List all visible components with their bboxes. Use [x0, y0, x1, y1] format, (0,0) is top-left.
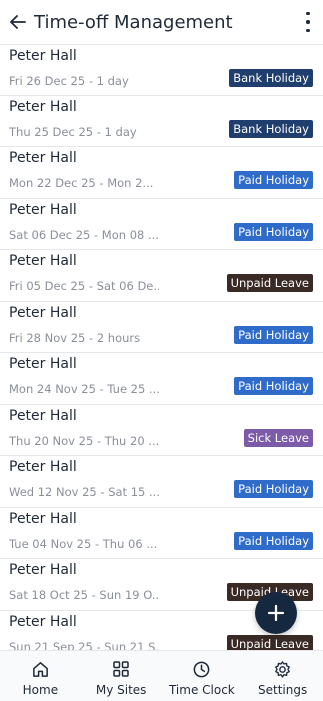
nav-my-sites[interactable]: My Sites: [81, 651, 162, 701]
nav-my-sites-label: My Sites: [95, 683, 147, 697]
nav-time-clock-label: Time Clock: [168, 683, 235, 697]
employee-name: Peter Hall: [9, 459, 77, 475]
employee-name: Peter Hall: [9, 150, 77, 166]
nav-home-label: Home: [22, 683, 59, 697]
nav-home[interactable]: Home: [0, 651, 81, 701]
employee-name: Peter Hall: [9, 613, 77, 630]
clock-icon: [192, 659, 212, 679]
leave-type-badge: Sick Leave: [243, 428, 313, 447]
list-item[interactable]: Peter Hall Fri 26 Dec 25 - 1 day Bank Holi…: [0, 44, 323, 96]
leave-type-badge: Paid Holiday: [234, 377, 313, 395]
plus-icon: [267, 604, 285, 622]
leave-type-badge: Paid Holiday: [234, 531, 313, 550]
kebab-menu-icon[interactable]: [305, 12, 311, 32]
employee-name: Peter Hall: [9, 304, 77, 321]
leave-date-range: Fri 05 Dec 25 - Sat 06 De...: [9, 279, 159, 293]
nav-time-clock[interactable]: Time Clock: [162, 651, 243, 701]
leave-type-badge: Unpaid Leave: [226, 634, 313, 650]
leave-date-range: Mon 22 Dec 25 - Mon 2...: [9, 176, 154, 190]
leave-date-range: Tue 04 Nov 25 - Thu 06 ...: [9, 536, 158, 551]
leave-type-badge: Paid Holiday: [234, 222, 313, 241]
leave-type-badge: Bank Holiday: [229, 119, 313, 138]
list-item[interactable]: Peter Hall Thu 20 Nov 25 - Thu 20 ... Sick…: [0, 405, 323, 456]
leave-type-badge: Paid Holiday: [234, 480, 313, 498]
list-item[interactable]: Peter Hall Thu 25 Dec 25 - 1 day Bank Holi…: [0, 96, 323, 147]
employee-name: Peter Hall: [9, 407, 77, 424]
home-icon: [30, 659, 50, 679]
list-item[interactable]: Peter Hall Fri 05 Dec 25 - Sat 06 De... Un…: [0, 250, 323, 302]
app-header: Time-off Management: [0, 0, 323, 44]
leave-date-range: Sun 21 Sep 25 - Sun 21 S...: [9, 639, 159, 651]
employee-name: Peter Hall: [9, 562, 77, 578]
employee-name: Peter Hall: [9, 201, 77, 218]
arrow-left-icon[interactable]: [9, 13, 27, 31]
employee-name: Peter Hall: [9, 48, 77, 64]
nav-settings-label: Settings: [258, 683, 308, 697]
leave-date-range: Sat 18 Oct 25 - Sun 19 O...: [9, 588, 159, 602]
time-off-list[interactable]: Peter Hall Fri 26 Dec 25 - 1 day Bank Holi…: [0, 44, 323, 650]
list-item[interactable]: Peter Hall Mon 24 Nov 25 - Tue 25 ... Paid…: [0, 353, 323, 405]
leave-date-range: Thu 25 Dec 25 - 1 day: [9, 124, 137, 139]
grid-icon: [111, 659, 131, 679]
leave-date-range: Fri 26 Dec 25 - 1 day: [9, 74, 129, 88]
leave-type-badge: Bank Holiday: [229, 69, 313, 87]
employee-name: Peter Hall: [9, 98, 77, 115]
employee-name: Peter Hall: [9, 510, 77, 527]
list-item[interactable]: Peter Hall Sat 06 Dec 25 - Mon 08 ... Paid…: [0, 199, 323, 250]
list-item[interactable]: Peter Hall Wed 12 Nov 25 - Sat 15 ... Paid…: [0, 456, 323, 508]
leave-date-range: Mon 24 Nov 25 - Tue 25 ...: [9, 382, 159, 396]
bottom-navigation: Home My Sites Time Clock Settings: [0, 650, 323, 701]
leave-date-range: Fri 28 Nov 25 - 2 hours: [9, 330, 141, 345]
employee-name: Peter Hall: [9, 356, 77, 372]
list-item[interactable]: Peter Hall Tue 04 Nov 25 - Thu 06 ... Paid…: [0, 508, 323, 559]
list-item[interactable]: Peter Hall Mon 22 Dec 25 - Mon 2... Paid H…: [0, 147, 323, 199]
gear-icon: [273, 659, 293, 679]
employee-name: Peter Hall: [9, 253, 77, 269]
leave-type-badge: Unpaid Leave: [226, 274, 313, 292]
add-time-off-button[interactable]: [255, 592, 297, 634]
leave-date-range: Sat 06 Dec 25 - Mon 08 ...: [9, 227, 159, 242]
leave-type-badge: Paid Holiday: [234, 325, 313, 344]
leave-type-badge: Paid Holiday: [234, 171, 313, 189]
page-title: Time-off Management: [34, 11, 233, 33]
leave-date-range: Thu 20 Nov 25 - Thu 20 ...: [9, 433, 159, 448]
leave-date-range: Wed 12 Nov 25 - Sat 15 ...: [9, 485, 159, 499]
nav-settings[interactable]: Settings: [242, 651, 323, 701]
list-item[interactable]: Peter Hall Fri 28 Nov 25 - 2 hours Paid Ho…: [0, 302, 323, 353]
